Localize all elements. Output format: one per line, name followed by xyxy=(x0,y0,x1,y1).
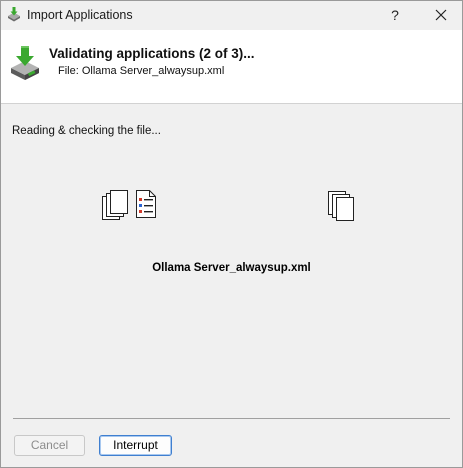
header-title: Validating applications (2 of 3)... xyxy=(49,46,255,61)
button-separator xyxy=(13,418,450,419)
documents-stack-icon xyxy=(328,191,354,221)
import-applications-dialog: Import Applications ? Validating applica… xyxy=(0,0,463,468)
import-disk-icon xyxy=(11,46,39,80)
current-file-name: Ollama Server_alwaysup.xml xyxy=(152,262,311,274)
close-button[interactable] xyxy=(423,1,459,30)
interrupt-button[interactable]: Interrupt xyxy=(99,435,172,456)
title-bar[interactable]: Import Applications ? xyxy=(1,1,462,30)
documents-checklist-icon xyxy=(102,190,156,220)
window-title: Import Applications xyxy=(27,8,133,22)
status-text: Reading & checking the file... xyxy=(12,125,161,137)
close-icon xyxy=(435,9,447,21)
dialog-header: Validating applications (2 of 3)... File… xyxy=(1,30,462,104)
import-app-icon xyxy=(8,7,20,22)
header-file-line: File: Ollama Server_alwaysup.xml xyxy=(58,65,225,77)
cancel-button[interactable]: Cancel xyxy=(14,435,85,456)
help-button[interactable]: ? xyxy=(379,1,411,30)
